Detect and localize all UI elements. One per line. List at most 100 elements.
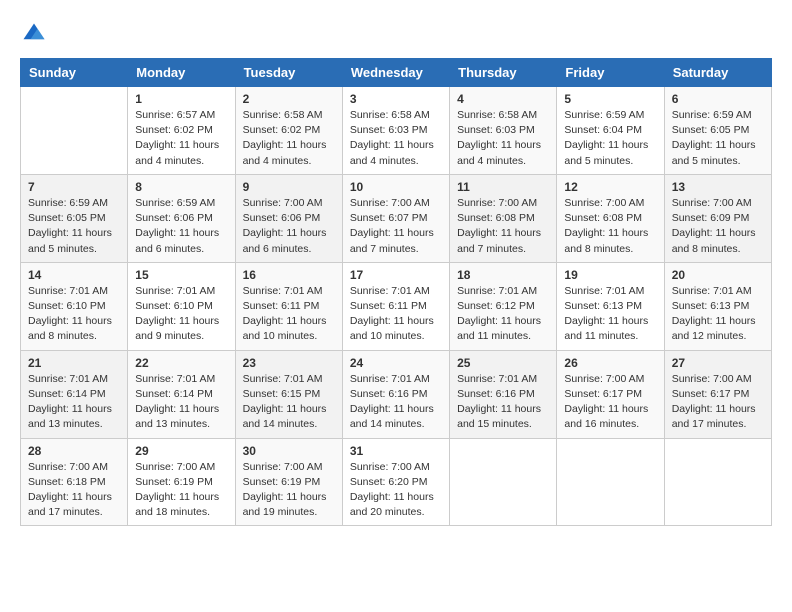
day-number: 12 <box>564 180 656 194</box>
day-number: 15 <box>135 268 227 282</box>
calendar-week-4: 21 Sunrise: 7:01 AMSunset: 6:14 PMDayligh… <box>21 350 772 438</box>
header-friday: Friday <box>557 59 664 87</box>
day-info: Sunrise: 7:01 AMSunset: 6:15 PMDaylight:… <box>243 372 335 433</box>
calendar-cell: 20 Sunrise: 7:01 AMSunset: 6:13 PMDayligh… <box>664 262 771 350</box>
calendar-cell: 24Sunrise: 7:01 AMSunset: 6:16 PMDayligh… <box>342 350 449 438</box>
calendar-cell: 4 Sunrise: 6:58 AMSunset: 6:03 PMDaylight… <box>450 87 557 175</box>
calendar-cell: 27 Sunrise: 7:00 AMSunset: 6:17 PMDayligh… <box>664 350 771 438</box>
day-number: 17 <box>350 268 442 282</box>
calendar-cell: 12Sunrise: 7:00 AMSunset: 6:08 PMDayligh… <box>557 174 664 262</box>
header-wednesday: Wednesday <box>342 59 449 87</box>
day-number: 25 <box>457 356 549 370</box>
calendar-cell: 22Sunrise: 7:01 AMSunset: 6:14 PMDayligh… <box>128 350 235 438</box>
day-number: 31 <box>350 444 442 458</box>
day-info: Sunrise: 6:57 AMSunset: 6:02 PMDaylight:… <box>135 108 227 169</box>
calendar-cell: 16 Sunrise: 7:01 AMSunset: 6:11 PMDayligh… <box>235 262 342 350</box>
day-number: 6 <box>672 92 764 106</box>
day-number: 16 <box>243 268 335 282</box>
calendar-cell <box>664 438 771 526</box>
day-number: 18 <box>457 268 549 282</box>
calendar-cell: 10 Sunrise: 7:00 AMSunset: 6:07 PMDayligh… <box>342 174 449 262</box>
day-info: Sunrise: 7:00 AMSunset: 6:06 PMDaylight:… <box>243 196 335 257</box>
day-number: 23 <box>243 356 335 370</box>
calendar-cell <box>557 438 664 526</box>
day-info: Sunrise: 7:01 AMSunset: 6:10 PMDaylight:… <box>135 284 227 345</box>
logo <box>20 20 52 48</box>
day-number: 20 <box>672 268 764 282</box>
day-info: Sunrise: 6:58 AMSunset: 6:02 PMDaylight:… <box>243 108 335 169</box>
day-number: 19 <box>564 268 656 282</box>
day-info: Sunrise: 6:59 AMSunset: 6:05 PMDaylight:… <box>28 196 120 257</box>
day-info: Sunrise: 7:01 AMSunset: 6:13 PMDaylight:… <box>564 284 656 345</box>
header-tuesday: Tuesday <box>235 59 342 87</box>
calendar-cell: 6Sunrise: 6:59 AMSunset: 6:05 PMDaylight… <box>664 87 771 175</box>
header-thursday: Thursday <box>450 59 557 87</box>
day-info: Sunrise: 7:01 AMSunset: 6:14 PMDaylight:… <box>135 372 227 433</box>
day-number: 21 <box>28 356 120 370</box>
day-info: Sunrise: 7:00 AMSunset: 6:17 PMDaylight:… <box>672 372 764 433</box>
day-info: Sunrise: 7:01 AMSunset: 6:16 PMDaylight:… <box>457 372 549 433</box>
calendar-cell: 19 Sunrise: 7:01 AMSunset: 6:13 PMDayligh… <box>557 262 664 350</box>
day-info: Sunrise: 7:01 AMSunset: 6:13 PMDaylight:… <box>672 284 764 345</box>
day-info: Sunrise: 7:00 AMSunset: 6:18 PMDaylight:… <box>28 460 120 521</box>
page-header <box>20 20 772 48</box>
day-number: 14 <box>28 268 120 282</box>
day-number: 8 <box>135 180 227 194</box>
calendar-week-5: 28 Sunrise: 7:00 AMSunset: 6:18 PMDayligh… <box>21 438 772 526</box>
day-number: 4 <box>457 92 549 106</box>
day-info: Sunrise: 7:00 AMSunset: 6:08 PMDaylight:… <box>457 196 549 257</box>
calendar-cell: 13 Sunrise: 7:00 AMSunset: 6:09 PMDayligh… <box>664 174 771 262</box>
day-number: 10 <box>350 180 442 194</box>
day-number: 26 <box>564 356 656 370</box>
calendar-cell: 25 Sunrise: 7:01 AMSunset: 6:16 PMDayligh… <box>450 350 557 438</box>
day-number: 1 <box>135 92 227 106</box>
day-number: 13 <box>672 180 764 194</box>
day-info: Sunrise: 7:00 AMSunset: 6:09 PMDaylight:… <box>672 196 764 257</box>
day-info: Sunrise: 7:01 AMSunset: 6:14 PMDaylight:… <box>28 372 120 433</box>
calendar-week-2: 7 Sunrise: 6:59 AMSunset: 6:05 PMDaylight… <box>21 174 772 262</box>
calendar-cell: 2Sunrise: 6:58 AMSunset: 6:02 PMDaylight… <box>235 87 342 175</box>
calendar-cell: 28 Sunrise: 7:00 AMSunset: 6:18 PMDayligh… <box>21 438 128 526</box>
day-info: Sunrise: 7:00 AMSunset: 6:19 PMDaylight:… <box>135 460 227 521</box>
calendar-cell: 26 Sunrise: 7:00 AMSunset: 6:17 PMDayligh… <box>557 350 664 438</box>
calendar-header-row: SundayMondayTuesdayWednesdayThursdayFrid… <box>21 59 772 87</box>
day-number: 27 <box>672 356 764 370</box>
day-info: Sunrise: 7:00 AMSunset: 6:19 PMDaylight:… <box>243 460 335 521</box>
day-number: 29 <box>135 444 227 458</box>
calendar-cell: 14 Sunrise: 7:01 AMSunset: 6:10 PMDayligh… <box>21 262 128 350</box>
calendar-week-3: 14 Sunrise: 7:01 AMSunset: 6:10 PMDayligh… <box>21 262 772 350</box>
day-info: Sunrise: 7:00 AMSunset: 6:07 PMDaylight:… <box>350 196 442 257</box>
calendar-cell: 8Sunrise: 6:59 AMSunset: 6:06 PMDaylight… <box>128 174 235 262</box>
day-info: Sunrise: 7:00 AMSunset: 6:20 PMDaylight:… <box>350 460 442 521</box>
calendar-cell <box>21 87 128 175</box>
header-monday: Monday <box>128 59 235 87</box>
calendar-cell: 15 Sunrise: 7:01 AMSunset: 6:10 PMDayligh… <box>128 262 235 350</box>
day-info: Sunrise: 6:58 AMSunset: 6:03 PMDaylight:… <box>350 108 442 169</box>
calendar-table: SundayMondayTuesdayWednesdayThursdayFrid… <box>20 58 772 526</box>
day-info: Sunrise: 7:01 AMSunset: 6:10 PMDaylight:… <box>28 284 120 345</box>
calendar-cell: 31 Sunrise: 7:00 AMSunset: 6:20 PMDayligh… <box>342 438 449 526</box>
calendar-cell: 7 Sunrise: 6:59 AMSunset: 6:05 PMDaylight… <box>21 174 128 262</box>
calendar-cell: 11 Sunrise: 7:00 AMSunset: 6:08 PMDayligh… <box>450 174 557 262</box>
day-info: Sunrise: 7:01 AMSunset: 6:12 PMDaylight:… <box>457 284 549 345</box>
day-number: 28 <box>28 444 120 458</box>
calendar-cell: 18 Sunrise: 7:01 AMSunset: 6:12 PMDayligh… <box>450 262 557 350</box>
day-info: Sunrise: 7:01 AMSunset: 6:11 PMDaylight:… <box>350 284 442 345</box>
calendar-cell: 3 Sunrise: 6:58 AMSunset: 6:03 PMDaylight… <box>342 87 449 175</box>
calendar-cell: 21 Sunrise: 7:01 AMSunset: 6:14 PMDayligh… <box>21 350 128 438</box>
calendar-cell: 9 Sunrise: 7:00 AMSunset: 6:06 PMDaylight… <box>235 174 342 262</box>
day-number: 11 <box>457 180 549 194</box>
day-info: Sunrise: 6:58 AMSunset: 6:03 PMDaylight:… <box>457 108 549 169</box>
day-number: 9 <box>243 180 335 194</box>
calendar-cell: 29 Sunrise: 7:00 AMSunset: 6:19 PMDayligh… <box>128 438 235 526</box>
calendar-cell: 23 Sunrise: 7:01 AMSunset: 6:15 PMDayligh… <box>235 350 342 438</box>
logo-icon <box>20 20 48 48</box>
day-number: 3 <box>350 92 442 106</box>
day-info: Sunrise: 7:01 AMSunset: 6:11 PMDaylight:… <box>243 284 335 345</box>
day-number: 7 <box>28 180 120 194</box>
day-info: Sunrise: 7:01 AMSunset: 6:16 PMDaylight:… <box>350 372 442 433</box>
calendar-week-1: 1 Sunrise: 6:57 AMSunset: 6:02 PMDaylight… <box>21 87 772 175</box>
day-info: Sunrise: 6:59 AMSunset: 6:04 PMDaylight:… <box>564 108 656 169</box>
calendar-cell: 1 Sunrise: 6:57 AMSunset: 6:02 PMDaylight… <box>128 87 235 175</box>
day-info: Sunrise: 7:00 AMSunset: 6:17 PMDaylight:… <box>564 372 656 433</box>
